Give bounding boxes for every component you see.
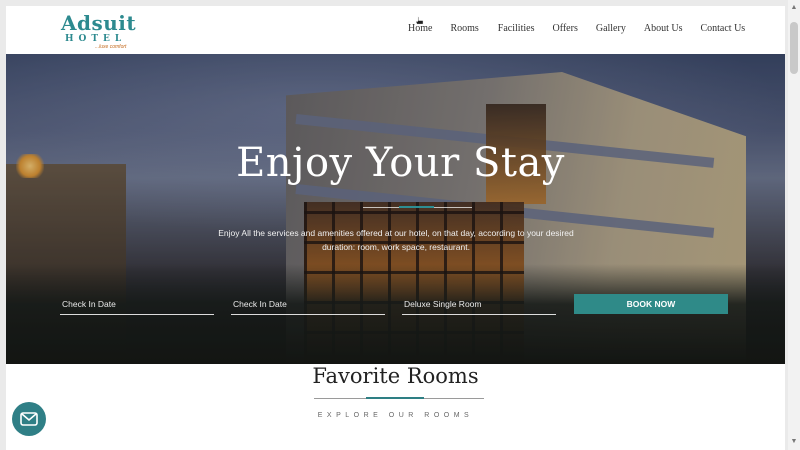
nav-item-about-us[interactable]: About Us: [644, 23, 683, 39]
favorites-subtitle: EXPLORE OUR ROOMS: [317, 412, 474, 419]
main-nav: Home Rooms Facilities Offers Gallery Abo…: [396, 23, 745, 39]
chat-button[interactable]: [12, 402, 46, 436]
scroll-up-arrow-icon[interactable]: ▲: [788, 2, 800, 14]
logo-line2: HOTEL: [65, 34, 127, 44]
site-header: Adsuit HOTEL ...luxe comfort Home Rooms …: [6, 6, 785, 55]
booking-form: Check In Date Check In Date Deluxe Singl…: [60, 294, 730, 316]
scroll-down-arrow-icon[interactable]: ▼: [788, 436, 800, 448]
scroll-thumb[interactable]: [790, 22, 798, 74]
check-out-field[interactable]: Check In Date: [231, 294, 385, 315]
nav-item-offers[interactable]: Offers: [552, 23, 577, 39]
hero-banner: Enjoy Your Stay Enjoy All the services a…: [6, 54, 785, 364]
webpage: Adsuit HOTEL ...luxe comfort Home Rooms …: [6, 6, 785, 450]
favorite-rooms-title: Favorite Rooms: [312, 364, 479, 388]
favorites-divider-accent: [366, 397, 424, 399]
room-type-select[interactable]: Deluxe Single Room: [402, 294, 556, 315]
hotel-logo[interactable]: Adsuit HOTEL ...luxe comfort: [61, 11, 141, 51]
hero-overlay: [6, 54, 785, 364]
nav-item-home[interactable]: Home: [408, 23, 432, 39]
logo-wordmark: Adsuit: [61, 11, 137, 35]
book-now-button[interactable]: BOOK NOW: [574, 294, 728, 314]
mail-icon: [20, 412, 38, 426]
nav-item-contact-us[interactable]: Contact Us: [700, 23, 745, 39]
nav-item-gallery[interactable]: Gallery: [596, 23, 626, 39]
hero-title: Enjoy Your Stay: [236, 140, 565, 186]
nav-item-facilities[interactable]: Facilities: [498, 23, 535, 39]
hand-cursor-icon: [415, 16, 424, 25]
logo-tagline: ...luxe comfort: [95, 44, 127, 50]
page-scrollbar[interactable]: ▲ ▼: [788, 0, 800, 450]
hero-description: Enjoy All the services and amenities off…: [218, 228, 574, 252]
hero-divider-accent: [399, 206, 434, 208]
check-in-field[interactable]: Check In Date: [60, 294, 214, 315]
nav-item-rooms[interactable]: Rooms: [450, 23, 478, 39]
